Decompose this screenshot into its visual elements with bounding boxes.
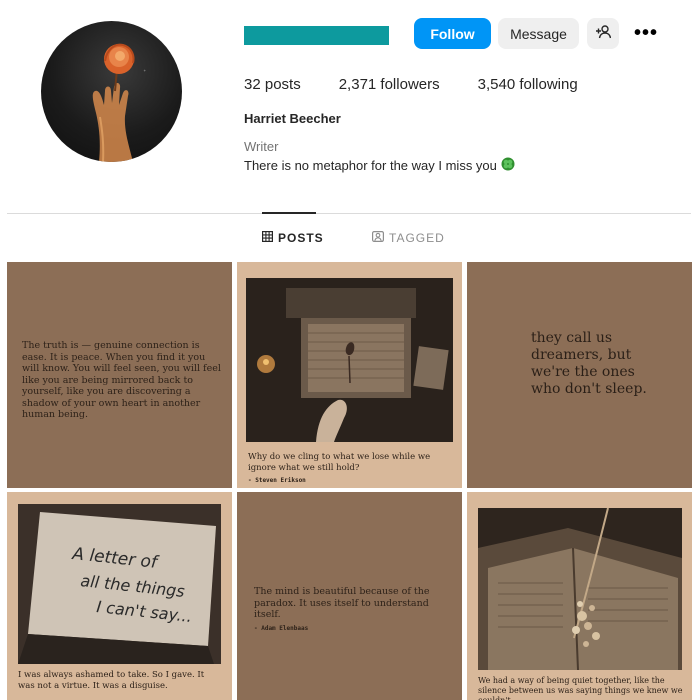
bio-text: There is no metaphor for the way I miss … — [244, 158, 497, 173]
ellipsis-icon: ••• — [633, 22, 658, 44]
svg-text:✦: ✦ — [143, 68, 147, 73]
profile-category: Writer — [244, 139, 279, 154]
username-redacted-bar — [244, 26, 389, 45]
post-tile[interactable]: they call us dreamers, but we're the one… — [467, 262, 692, 488]
post-quote: The mind is beautiful because of the par… — [254, 586, 430, 620]
profile-divider — [7, 213, 691, 214]
post-tile[interactable]: The truth is — genuine connection is eas… — [7, 262, 232, 488]
add-user-icon — [595, 24, 612, 43]
post-quote: The truth is — genuine connection is eas… — [22, 340, 221, 420]
post-photo-desk — [246, 278, 453, 442]
message-button[interactable]: Message — [498, 18, 579, 49]
post-tile[interactable]: Why do we cling to what we lose while we… — [237, 262, 462, 488]
post-quote: they call us dreamers, but we're the one… — [531, 330, 647, 397]
post-photo-book-flowers — [478, 507, 682, 671]
suggested-users-button[interactable] — [587, 18, 619, 49]
posts-count: 32 posts — [244, 76, 301, 93]
tab-posts[interactable]: POSTS — [262, 231, 324, 245]
post-quote: We had a way of being quiet together, li… — [478, 676, 683, 700]
followers-count[interactable]: 2,371 followers — [339, 76, 440, 93]
profile-avatar[interactable]: ✦ — [41, 21, 182, 162]
post-tile[interactable]: A letter of all the things I can't say..… — [7, 492, 232, 700]
post-photo-letter: A letter of all the things I can't say..… — [18, 504, 221, 664]
tab-tagged[interactable]: TAGGED — [372, 231, 445, 245]
follow-button[interactable]: Follow — [414, 18, 491, 49]
post-tile[interactable]: We had a way of being quiet together, li… — [467, 492, 692, 700]
tab-tagged-label: TAGGED — [389, 231, 445, 245]
profile-stats: 32 posts 2,371 followers 3,540 following — [244, 76, 616, 93]
post-author: - Steven Erikson — [248, 477, 306, 484]
post-quote: I was always ashamed to take. So I gave.… — [18, 670, 205, 691]
following-count[interactable]: 3,540 following — [478, 76, 578, 93]
tab-posts-label: POSTS — [278, 231, 324, 245]
more-options-button[interactable]: ••• — [630, 18, 662, 49]
post-tile[interactable]: The mind is beautiful because of the par… — [237, 492, 462, 700]
post-author: - Adam Elenbaas — [254, 625, 309, 632]
profile-bio: There is no metaphor for the way I miss … — [244, 157, 515, 174]
active-tab-indicator — [262, 212, 316, 214]
grid-icon — [262, 231, 274, 245]
post-quote: Why do we cling to what we lose while we… — [248, 452, 431, 473]
profile-full-name: Harriet Beecher — [244, 111, 341, 126]
tagged-icon — [372, 231, 385, 245]
four-leaf-clover-icon — [501, 157, 515, 174]
